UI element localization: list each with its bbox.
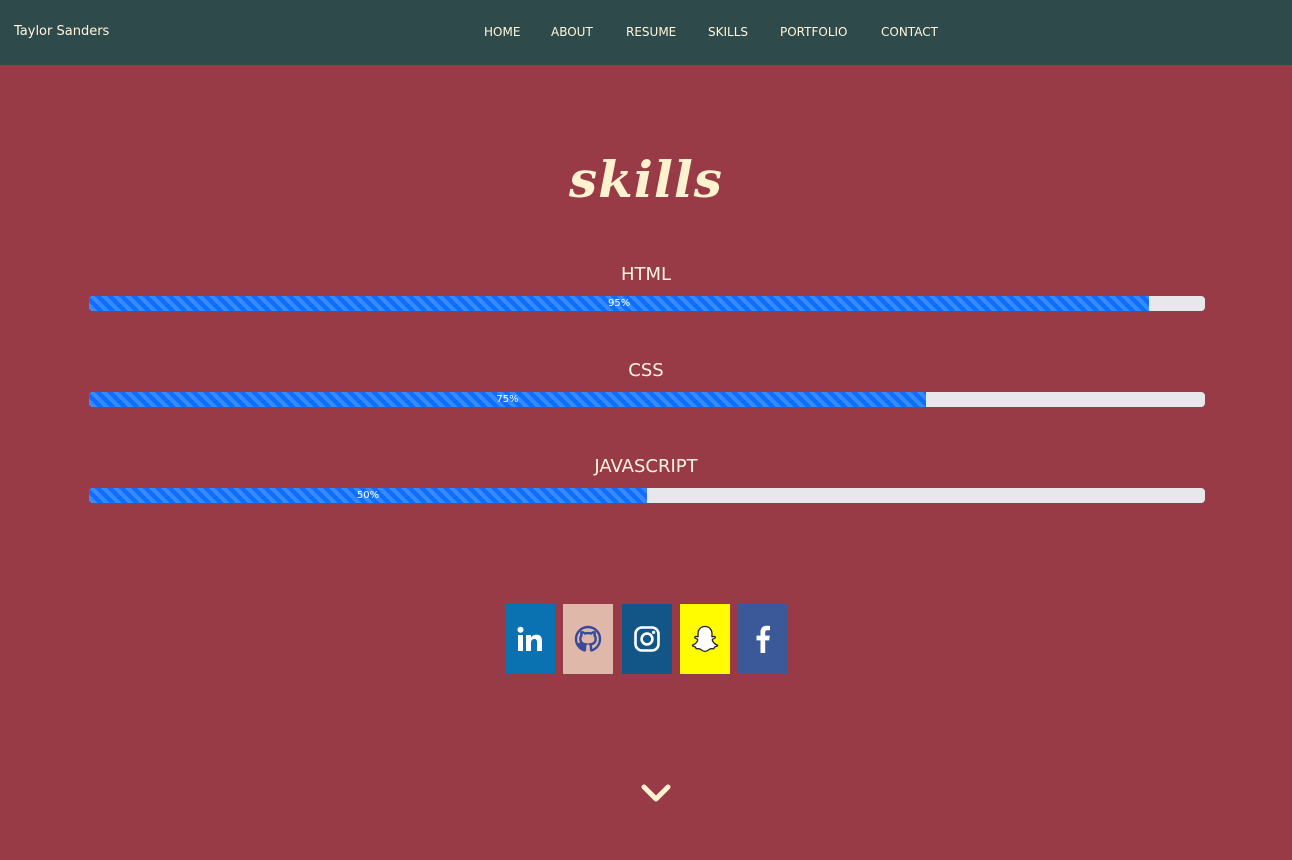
- skill-label-html: HTML: [620, 264, 672, 285]
- navbar: Taylor Sanders HOME ABOUT RESUME SKILLS …: [0, 0, 1292, 65]
- nav-resume[interactable]: RESUME: [626, 25, 676, 39]
- skill-label-css: CSS: [628, 360, 664, 381]
- facebook-button[interactable]: [738, 604, 788, 674]
- nav-contact[interactable]: CONTACT: [881, 25, 938, 39]
- nav-about[interactable]: ABOUT: [551, 25, 593, 39]
- progress-bar-javascript: 50%: [89, 488, 1205, 503]
- progress-fill: 95%: [89, 296, 1150, 311]
- nav-portfolio[interactable]: PORTFOLIO: [780, 25, 848, 39]
- snapchat-button[interactable]: [680, 604, 730, 674]
- progress-fill: 50%: [89, 488, 647, 503]
- skill-label-javascript: JAVASCRIPT: [594, 456, 698, 477]
- progress-percent: 95%: [607, 298, 631, 309]
- progress-bar-html: 95%: [89, 296, 1205, 311]
- progress-percent: 50%: [356, 490, 380, 501]
- github-icon: [574, 625, 602, 652]
- linkedin-button[interactable]: [505, 604, 555, 674]
- linkedin-icon: [517, 626, 542, 651]
- scroll-down-button[interactable]: [640, 780, 672, 806]
- progress-bar-css: 75%: [89, 392, 1205, 407]
- facebook-icon: [756, 625, 770, 653]
- progress-fill: 75%: [89, 392, 926, 407]
- instagram-button[interactable]: [622, 604, 672, 674]
- github-button[interactable]: [563, 604, 613, 674]
- snapchat-icon: [691, 625, 719, 653]
- progress-percent: 75%: [496, 394, 519, 405]
- chevron-down-icon: [641, 784, 671, 802]
- instagram-icon: [634, 626, 660, 652]
- nav-links: HOME ABOUT RESUME SKILLS PORTFOLIO CONTA…: [0, 25, 1292, 41]
- section-title: skills: [569, 150, 723, 209]
- nav-skills[interactable]: SKILLS: [708, 25, 748, 39]
- nav-home[interactable]: HOME: [484, 25, 520, 39]
